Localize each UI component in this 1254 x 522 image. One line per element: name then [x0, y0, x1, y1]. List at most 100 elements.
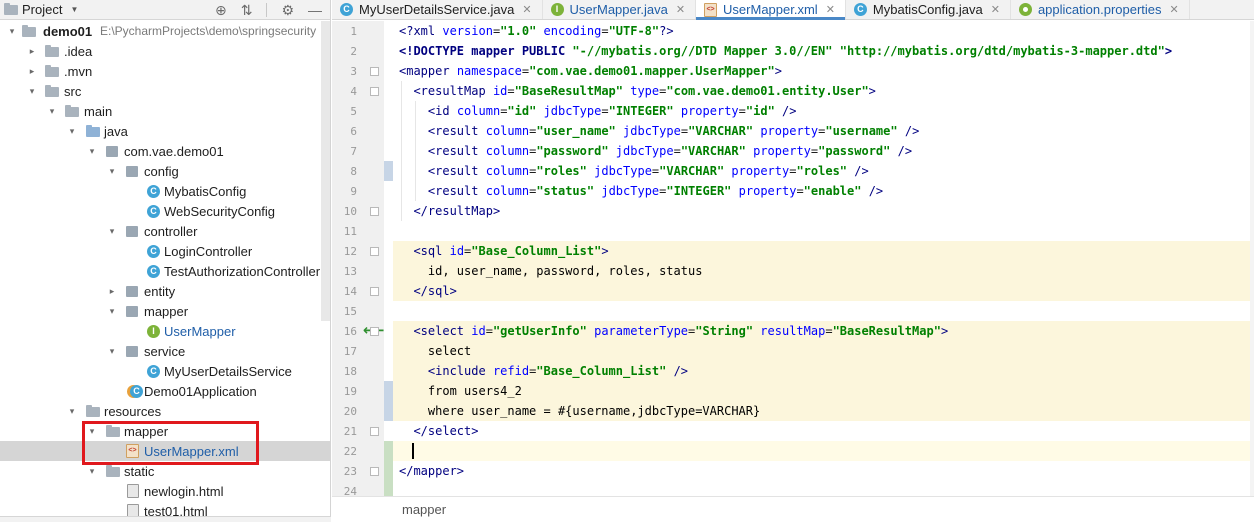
tab-usermapper-java[interactable]: I UserMapper.java ✕	[543, 0, 697, 19]
tree-node-usermapper[interactable]: I UserMapper	[0, 321, 330, 341]
project-tree-scrollbar[interactable]	[321, 21, 330, 321]
fold-toggle-icon[interactable]	[370, 327, 379, 336]
close-icon[interactable]: ✕	[522, 3, 531, 16]
fold-toggle-icon[interactable]	[370, 207, 379, 216]
chevron-down-icon[interactable]: ▾	[106, 166, 118, 177]
class-icon: C	[147, 185, 160, 198]
chevron-right-icon[interactable]: ▸	[106, 286, 118, 297]
code-line[interactable]: from users4_2	[399, 381, 522, 401]
tree-node-main[interactable]: ▾ main	[0, 101, 330, 121]
chevron-right-icon[interactable]: ▸	[26, 46, 38, 57]
code-line[interactable]: <include refid="Base_Column_List" />	[399, 361, 688, 381]
code-line[interactable]: </resultMap>	[399, 201, 500, 221]
chevron-down-icon[interactable]: ▾	[66, 126, 78, 137]
tree-node-logincontroller[interactable]: C LoginController	[0, 241, 330, 261]
tree-node-label: mapper	[144, 303, 189, 319]
tab-application-properties[interactable]: application.properties ✕	[1011, 0, 1190, 19]
tree-node-myuserdetailsservice[interactable]: C MyUserDetailsService	[0, 361, 330, 381]
code-line[interactable]: <result column="status" jdbcType="INTEGE…	[399, 181, 883, 201]
fold-toggle-icon[interactable]	[370, 427, 379, 436]
hide-panel-icon[interactable]: —	[308, 0, 322, 20]
added-lines-marker	[384, 441, 393, 501]
locate-icon[interactable]: ⊕	[215, 0, 227, 20]
class-icon: C	[147, 245, 160, 258]
code-line[interactable]: <result column="user_name" jdbcType="VAR…	[399, 121, 919, 141]
code-line[interactable]: select	[399, 341, 471, 361]
close-icon[interactable]: ✕	[826, 3, 835, 16]
code-line[interactable]: <resultMap id="BaseResultMap" type="com.…	[399, 81, 875, 101]
code-line[interactable]: where user_name = #{username,jdbcType=VA…	[399, 401, 760, 421]
tree-node-label: static	[124, 463, 155, 479]
code-line[interactable]: <!DOCTYPE mapper PUBLIC "-//mybatis.org/…	[399, 41, 1172, 61]
tree-node-label: WebSecurityConfig	[164, 203, 276, 219]
close-icon[interactable]: ✕	[1170, 3, 1179, 16]
fold-toggle-icon[interactable]	[370, 87, 379, 96]
tree-node-usermapper-xml[interactable]: <> UserMapper.xml	[0, 441, 330, 461]
tree-node-idea[interactable]: ▸ .idea	[0, 41, 330, 61]
tree-node-static[interactable]: ▾ static	[0, 461, 330, 481]
tree-node-mapper-folder[interactable]: ▾ mapper	[0, 421, 330, 441]
collapse-all-icon[interactable]: ⇅	[241, 0, 253, 20]
tree-node-mapper-package[interactable]: ▾ mapper	[0, 301, 330, 321]
tree-node-testauthorizationcontroller[interactable]: C TestAuthorizationController	[0, 261, 330, 281]
chevron-down-icon[interactable]: ▾	[86, 466, 98, 477]
chevron-down-icon[interactable]: ▾	[106, 306, 118, 317]
source-folder-icon	[86, 125, 100, 137]
chevron-down-icon[interactable]: ▾	[86, 146, 98, 157]
code-line[interactable]: </select>	[399, 421, 478, 441]
tree-node-java[interactable]: ▾ java	[0, 121, 330, 141]
fold-toggle-icon[interactable]	[370, 247, 379, 256]
code-line[interactable]: </sql>	[399, 281, 456, 301]
breadcrumb-item-mapper[interactable]: mapper	[402, 502, 446, 517]
code-line[interactable]: <select id="getUserInfo" parameterType="…	[399, 321, 948, 341]
chevron-down-icon[interactable]: ▾	[6, 26, 18, 37]
chevron-down-icon[interactable]: ▾	[26, 86, 38, 97]
package-icon	[126, 226, 138, 237]
code-line[interactable]: </mapper>	[399, 461, 464, 481]
tab-myuserdetailsservice[interactable]: C MyUserDetailsService.java ✕	[332, 0, 543, 19]
tree-node-controller[interactable]: ▾ controller	[0, 221, 330, 241]
tree-node-src[interactable]: ▾ src	[0, 81, 330, 101]
code-line[interactable]: <result column="roles" jdbcType="VARCHAR…	[399, 161, 869, 181]
tree-node-websecurityconfig[interactable]: C WebSecurityConfig	[0, 201, 330, 221]
code-line[interactable]: <id column="id" jdbcType="INTEGER" prope…	[399, 101, 797, 121]
tree-node-label: TestAuthorizationController	[164, 263, 321, 279]
code-line[interactable]: <mapper namespace="com.vae.demo01.mapper…	[399, 61, 782, 81]
tree-node-config[interactable]: ▾ config	[0, 161, 330, 181]
tab-usermapper-xml[interactable]: <> UserMapper.xml ✕	[696, 0, 846, 20]
editor-gutter[interactable]: ⟵ 12345678910111213141516171819202122232…	[332, 21, 393, 501]
fold-toggle-icon[interactable]	[370, 287, 379, 296]
tree-node-mybatisconfig[interactable]: C MybatisConfig	[0, 181, 330, 201]
chevron-down-icon[interactable]: ▾	[46, 106, 58, 117]
tree-node-package-root[interactable]: ▾ com.vae.demo01	[0, 141, 330, 161]
chevron-down-icon[interactable]: ▾	[106, 346, 118, 357]
tree-node-demo01application[interactable]: C Demo01Application	[0, 381, 330, 401]
project-tree: ▾ demo01 E:\PycharmProjects\demo\springs…	[0, 21, 330, 519]
fold-toggle-icon[interactable]	[370, 67, 379, 76]
code-line[interactable]: <result column="password" jdbcType="VARC…	[399, 141, 912, 161]
gear-icon[interactable]: ⚙	[281, 0, 294, 20]
chevron-right-icon[interactable]: ▸	[26, 66, 38, 77]
close-icon[interactable]: ✕	[676, 3, 685, 16]
code-editor[interactable]: <?xml version="1.0" encoding="UTF-8"?> <!…	[393, 21, 1254, 501]
project-view-selector[interactable]: Project ▼	[4, 2, 78, 17]
tab-label: UserMapper.java	[569, 2, 668, 17]
tab-mybatisconfig[interactable]: C MybatisConfig.java ✕	[846, 0, 1011, 19]
line-number: 3	[350, 65, 357, 78]
chevron-down-icon[interactable]: ▾	[86, 426, 98, 437]
close-icon[interactable]: ✕	[991, 3, 1000, 16]
code-line[interactable]: <?xml version="1.0" encoding="UTF-8"?>	[399, 21, 674, 41]
code-line[interactable]: <sql id="Base_Column_List">	[399, 241, 608, 261]
tree-node-label: entity	[144, 283, 176, 299]
tree-node-resources[interactable]: ▾ resources	[0, 401, 330, 421]
chevron-down-icon[interactable]: ▾	[66, 406, 78, 417]
tree-node-service[interactable]: ▾ service	[0, 341, 330, 361]
tree-node-demo01[interactable]: ▾ demo01 E:\PycharmProjects\demo\springs…	[0, 21, 330, 41]
tree-node-entity[interactable]: ▸ entity	[0, 281, 330, 301]
tree-node-mvn[interactable]: ▸ .mvn	[0, 61, 330, 81]
editor-scrollbar[interactable]	[1250, 21, 1254, 501]
chevron-down-icon[interactable]: ▾	[106, 226, 118, 237]
fold-toggle-icon[interactable]	[370, 467, 379, 476]
code-line[interactable]: id, user_name, password, roles, status	[399, 261, 703, 281]
tree-node-newlogin-html[interactable]: newlogin.html	[0, 481, 330, 501]
